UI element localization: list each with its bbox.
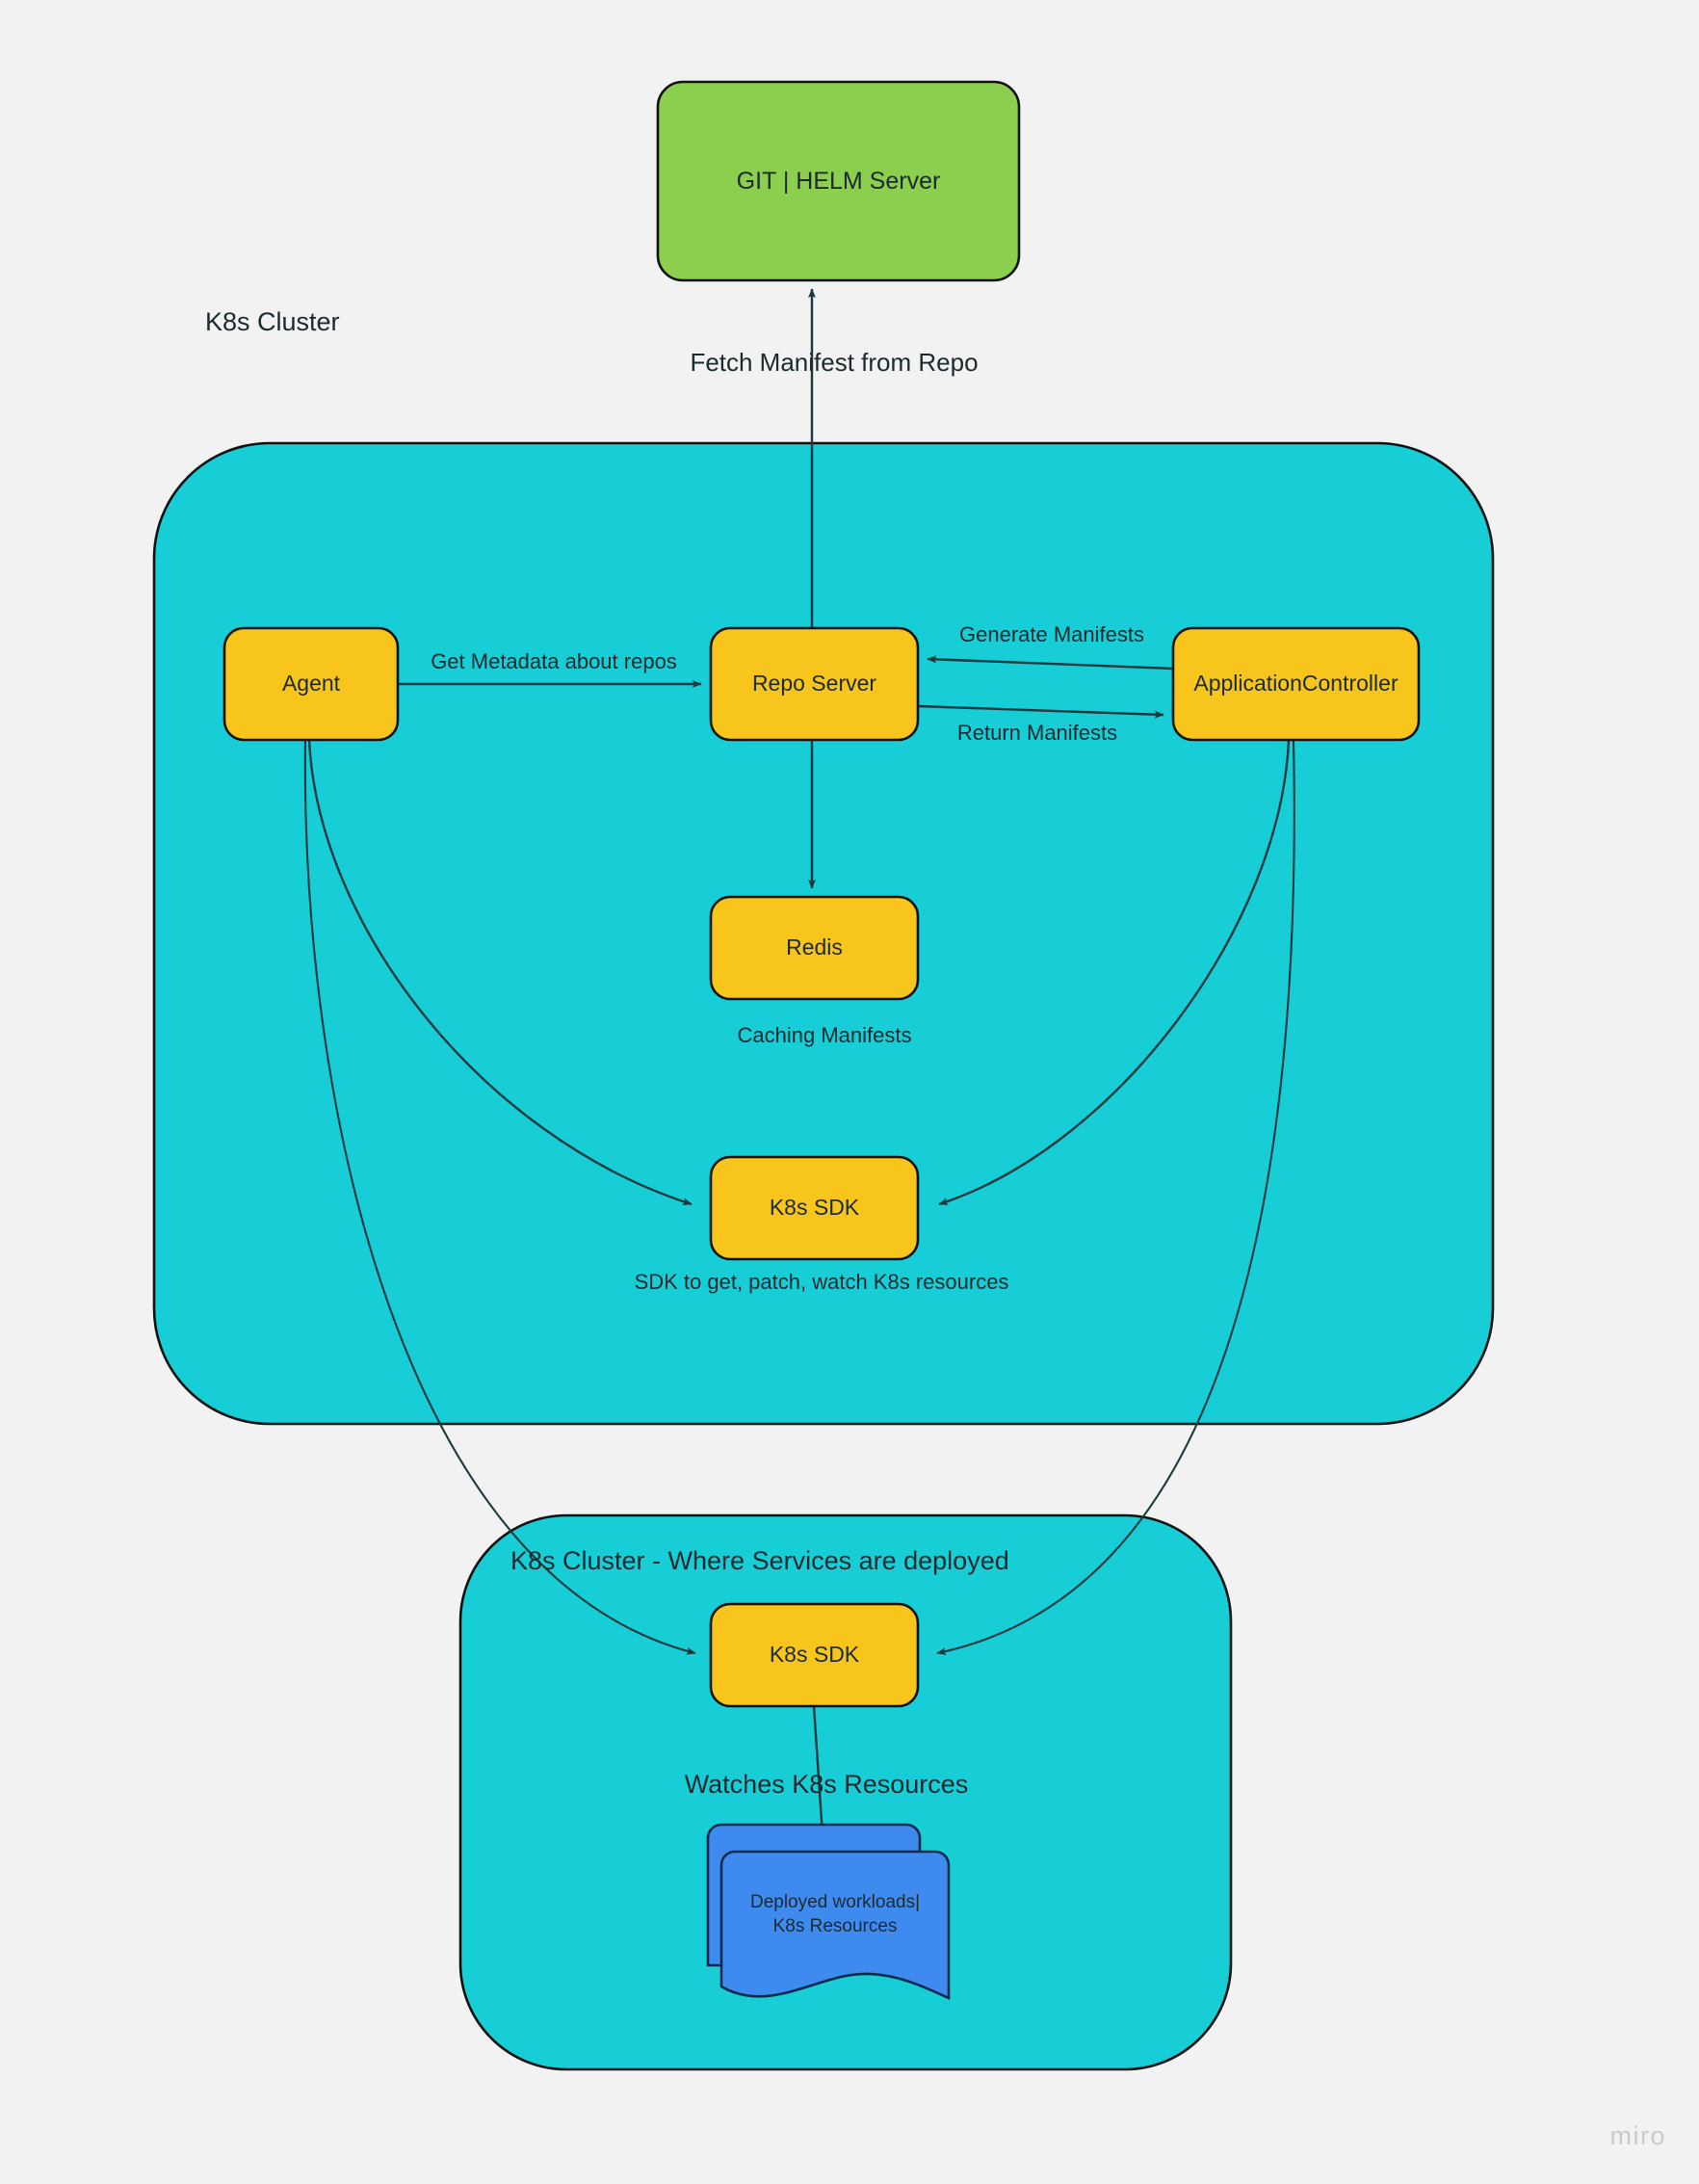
node-redis-label: Redis <box>786 934 843 960</box>
node-repo-server-label: Repo Server <box>751 671 877 697</box>
node-k8s-sdk-main-label: K8s SDK <box>769 1195 860 1221</box>
diagram-canvas <box>152 80 1495 2071</box>
node-git-helm-server-label: GIT | HELM Server <box>736 167 941 195</box>
miro-watermark: miro <box>1609 2121 1666 2150</box>
cluster-k8s-services[interactable] <box>458 1513 1233 2071</box>
node-agent-label: Agent <box>281 671 341 697</box>
node-deployed-workloads-label: Deployed workloads| K8s Resources <box>749 1892 921 1936</box>
node-k8s-sdk-services-label: K8s SDK <box>769 1642 860 1668</box>
cluster-k8s-services-shape[interactable] <box>458 1513 1233 2071</box>
node-application-controller-label: ApplicationController <box>1193 671 1398 697</box>
